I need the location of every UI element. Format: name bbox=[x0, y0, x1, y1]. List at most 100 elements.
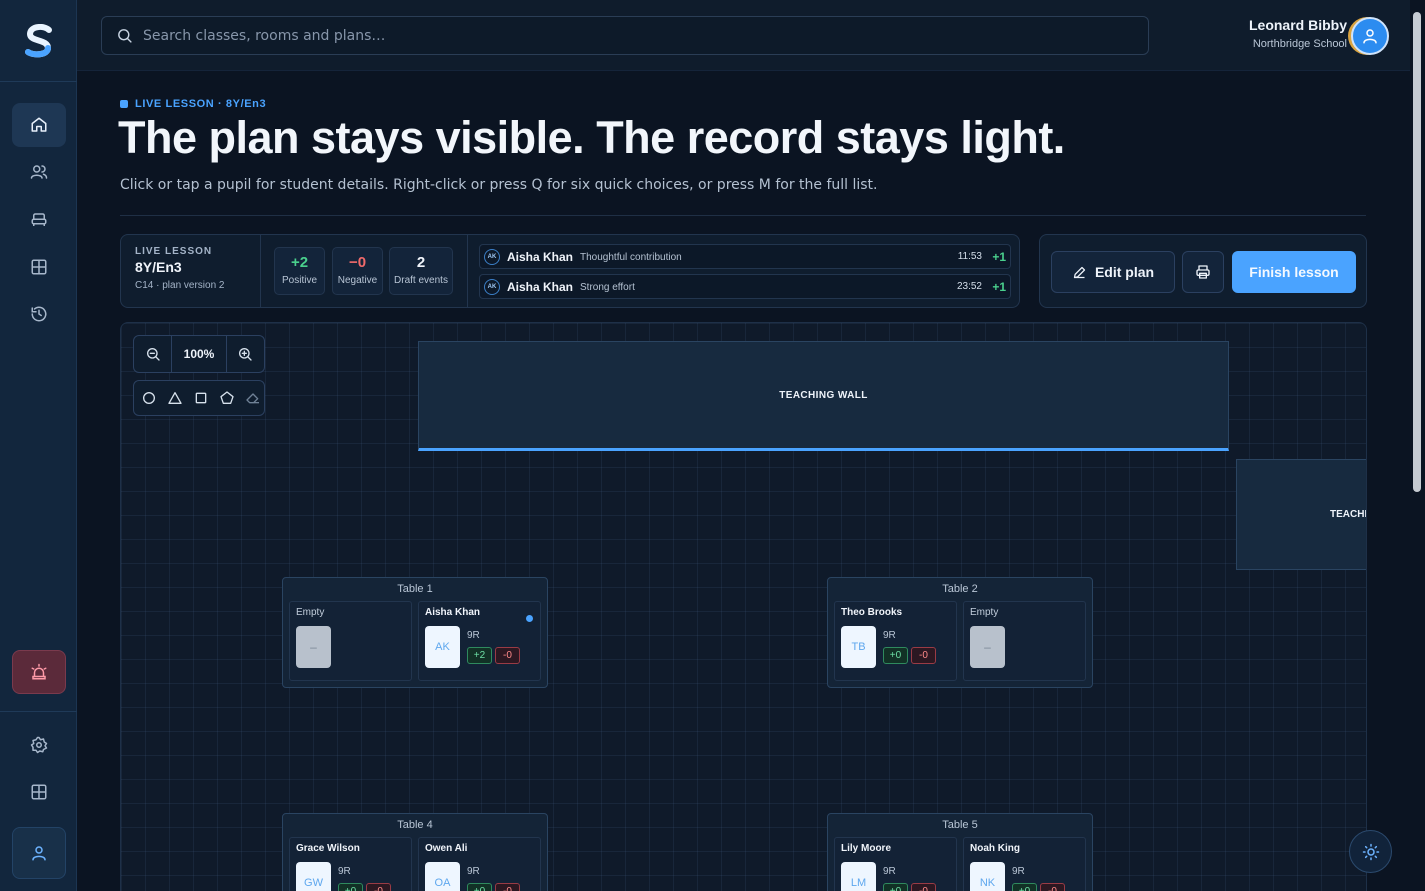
page-title: The plan stays visible. The record stays… bbox=[118, 112, 1065, 163]
app-logo[interactable] bbox=[0, 0, 77, 82]
event-pupil: Aisha Khan bbox=[507, 280, 574, 294]
selected-dot bbox=[526, 615, 533, 622]
positive-chip[interactable]: +0 bbox=[883, 883, 908, 891]
theme-toggle-button[interactable] bbox=[1349, 830, 1392, 873]
seat-name: Grace Wilson bbox=[296, 843, 360, 854]
user-icon bbox=[1363, 29, 1377, 44]
positive-chip[interactable]: +0 bbox=[883, 647, 908, 664]
nav-plans[interactable] bbox=[12, 245, 66, 289]
negative-chip[interactable]: -0 bbox=[911, 647, 936, 664]
sun-icon bbox=[1362, 843, 1379, 860]
table-name: Table 4 bbox=[397, 819, 433, 831]
alarm-icon bbox=[31, 663, 47, 680]
sidebar-divider bbox=[0, 711, 77, 712]
users-icon bbox=[30, 165, 48, 179]
event-row[interactable]: AK Aisha Khan Thoughtful contribution 11… bbox=[479, 244, 1011, 269]
seat-group: 9R bbox=[1012, 866, 1025, 877]
circle-tool-icon[interactable] bbox=[141, 390, 157, 406]
seat-grace-wilson[interactable]: Grace Wilson GW 9R +0 -0 bbox=[289, 837, 412, 891]
metric-draft-events: 2 Draft events bbox=[389, 247, 453, 295]
positive-chip[interactable]: +0 bbox=[467, 883, 492, 891]
negative-chip[interactable]: -0 bbox=[366, 883, 391, 891]
table-2[interactable]: Table 2 Theo Brooks TB 9R +0 -0 Empty – bbox=[827, 577, 1093, 688]
topbar: Leonard Bibby Northbridge School bbox=[77, 0, 1410, 71]
table-4[interactable]: Table 4 Grace Wilson GW 9R +0 -0 Owen Al… bbox=[282, 813, 548, 891]
teaching-wall[interactable]: TEACHING WALL bbox=[418, 341, 1229, 451]
printer-icon bbox=[1196, 265, 1210, 279]
page-scrollbar[interactable] bbox=[1410, 0, 1425, 891]
metric-value: −0 bbox=[348, 254, 367, 271]
status-divider bbox=[260, 235, 261, 307]
event-row[interactable]: AK Aisha Khan Strong effort 23:52 +1 bbox=[479, 274, 1011, 299]
event-time: 23:52 bbox=[956, 281, 982, 292]
seat-avatar: TB bbox=[841, 626, 876, 668]
metric-value: +2 bbox=[290, 254, 309, 271]
seat-theo-brooks[interactable]: Theo Brooks TB 9R +0 -0 bbox=[834, 601, 957, 681]
seat-lily-moore[interactable]: Lily Moore LM 9R +0 -0 bbox=[834, 837, 957, 891]
table-1[interactable]: Table 1 Empty – Aisha Khan AK 9R +2 -0 bbox=[282, 577, 548, 688]
finish-lesson-button[interactable]: Finish lesson bbox=[1232, 251, 1356, 293]
negative-chip[interactable]: -0 bbox=[1040, 883, 1065, 891]
event-time: 11:53 bbox=[957, 251, 982, 262]
seat-avatar: – bbox=[970, 626, 1005, 668]
pencil-icon bbox=[1073, 266, 1086, 278]
nav-history[interactable] bbox=[12, 292, 66, 336]
seat-owen-ali[interactable]: Owen Ali OA 9R +0 -0 bbox=[418, 837, 541, 891]
metric-negative: −0 Negative bbox=[332, 247, 383, 295]
positive-chip[interactable]: +0 bbox=[1012, 883, 1037, 891]
event-points: +1 bbox=[992, 250, 1006, 264]
search-input[interactable] bbox=[143, 27, 1043, 44]
seat-group: 9R bbox=[883, 866, 896, 877]
search-icon bbox=[118, 29, 132, 43]
seat-group: 9R bbox=[467, 630, 480, 641]
edit-plan-label: Edit plan bbox=[1094, 264, 1155, 280]
zoom-out-button[interactable] bbox=[134, 336, 171, 372]
seat-icon bbox=[31, 213, 47, 226]
pentagon-tool-icon[interactable] bbox=[219, 390, 235, 406]
nav-home[interactable] bbox=[12, 103, 66, 147]
profile-button[interactable] bbox=[12, 827, 66, 879]
seat-group: 9R bbox=[338, 866, 351, 877]
nav-settings[interactable] bbox=[12, 723, 66, 767]
positive-chip[interactable]: +0 bbox=[338, 883, 363, 891]
seat-group: 9R bbox=[467, 866, 480, 877]
negative-chip[interactable]: -0 bbox=[495, 883, 520, 891]
seat-empty[interactable]: Empty – bbox=[289, 601, 412, 681]
seat-name: Theo Brooks bbox=[841, 607, 903, 618]
scroll-thumb[interactable] bbox=[1413, 12, 1421, 492]
status-divider bbox=[467, 235, 468, 307]
square-tool-icon[interactable] bbox=[193, 390, 209, 406]
seating-canvas[interactable]: 100% TEACHING WALL TEACHI Table 1 Empty … bbox=[120, 322, 1367, 891]
nav-classes[interactable] bbox=[12, 150, 66, 194]
metric-label: Draft events bbox=[394, 275, 448, 286]
teaching-wall-secondary[interactable]: TEACHI bbox=[1236, 459, 1366, 570]
event-avatar: AK bbox=[484, 279, 500, 295]
zoom-in-button[interactable] bbox=[227, 336, 264, 372]
home-icon bbox=[31, 117, 47, 132]
alarm-button[interactable] bbox=[12, 650, 66, 694]
lesson-actions: Edit plan Finish lesson bbox=[1039, 234, 1367, 308]
event-note: Thoughtful contribution bbox=[580, 252, 682, 263]
search-bar[interactable] bbox=[101, 16, 1149, 55]
negative-chip[interactable]: -0 bbox=[911, 883, 936, 891]
seat-empty[interactable]: Empty – bbox=[963, 601, 1086, 681]
seat-aisha-khan[interactable]: Aisha Khan AK 9R +2 -0 bbox=[418, 601, 541, 681]
nav-layouts[interactable] bbox=[12, 770, 66, 814]
triangle-tool-icon[interactable] bbox=[167, 390, 183, 406]
nav-rooms[interactable] bbox=[12, 198, 66, 242]
seat-name: Noah King bbox=[970, 843, 1020, 854]
eraser-icon[interactable] bbox=[245, 390, 261, 406]
positive-chip[interactable]: +2 bbox=[467, 647, 492, 664]
print-button[interactable] bbox=[1182, 251, 1224, 293]
gear-icon bbox=[30, 736, 48, 754]
negative-chip[interactable]: -0 bbox=[495, 647, 520, 664]
seat-noah-king[interactable]: Noah King NK 9R +0 -0 bbox=[963, 837, 1086, 891]
event-avatar: AK bbox=[484, 249, 500, 265]
seat-avatar: LM bbox=[841, 862, 876, 891]
seat-avatar: – bbox=[296, 626, 331, 668]
table-5[interactable]: Table 5 Lily Moore LM 9R +0 -0 Noah King… bbox=[827, 813, 1093, 891]
avatar[interactable] bbox=[1351, 17, 1389, 55]
table-name: Table 1 bbox=[397, 583, 433, 595]
live-lesson-eyebrow: LIVE LESSON · 8Y/En3 bbox=[120, 98, 266, 110]
edit-plan-button[interactable]: Edit plan bbox=[1051, 251, 1175, 293]
